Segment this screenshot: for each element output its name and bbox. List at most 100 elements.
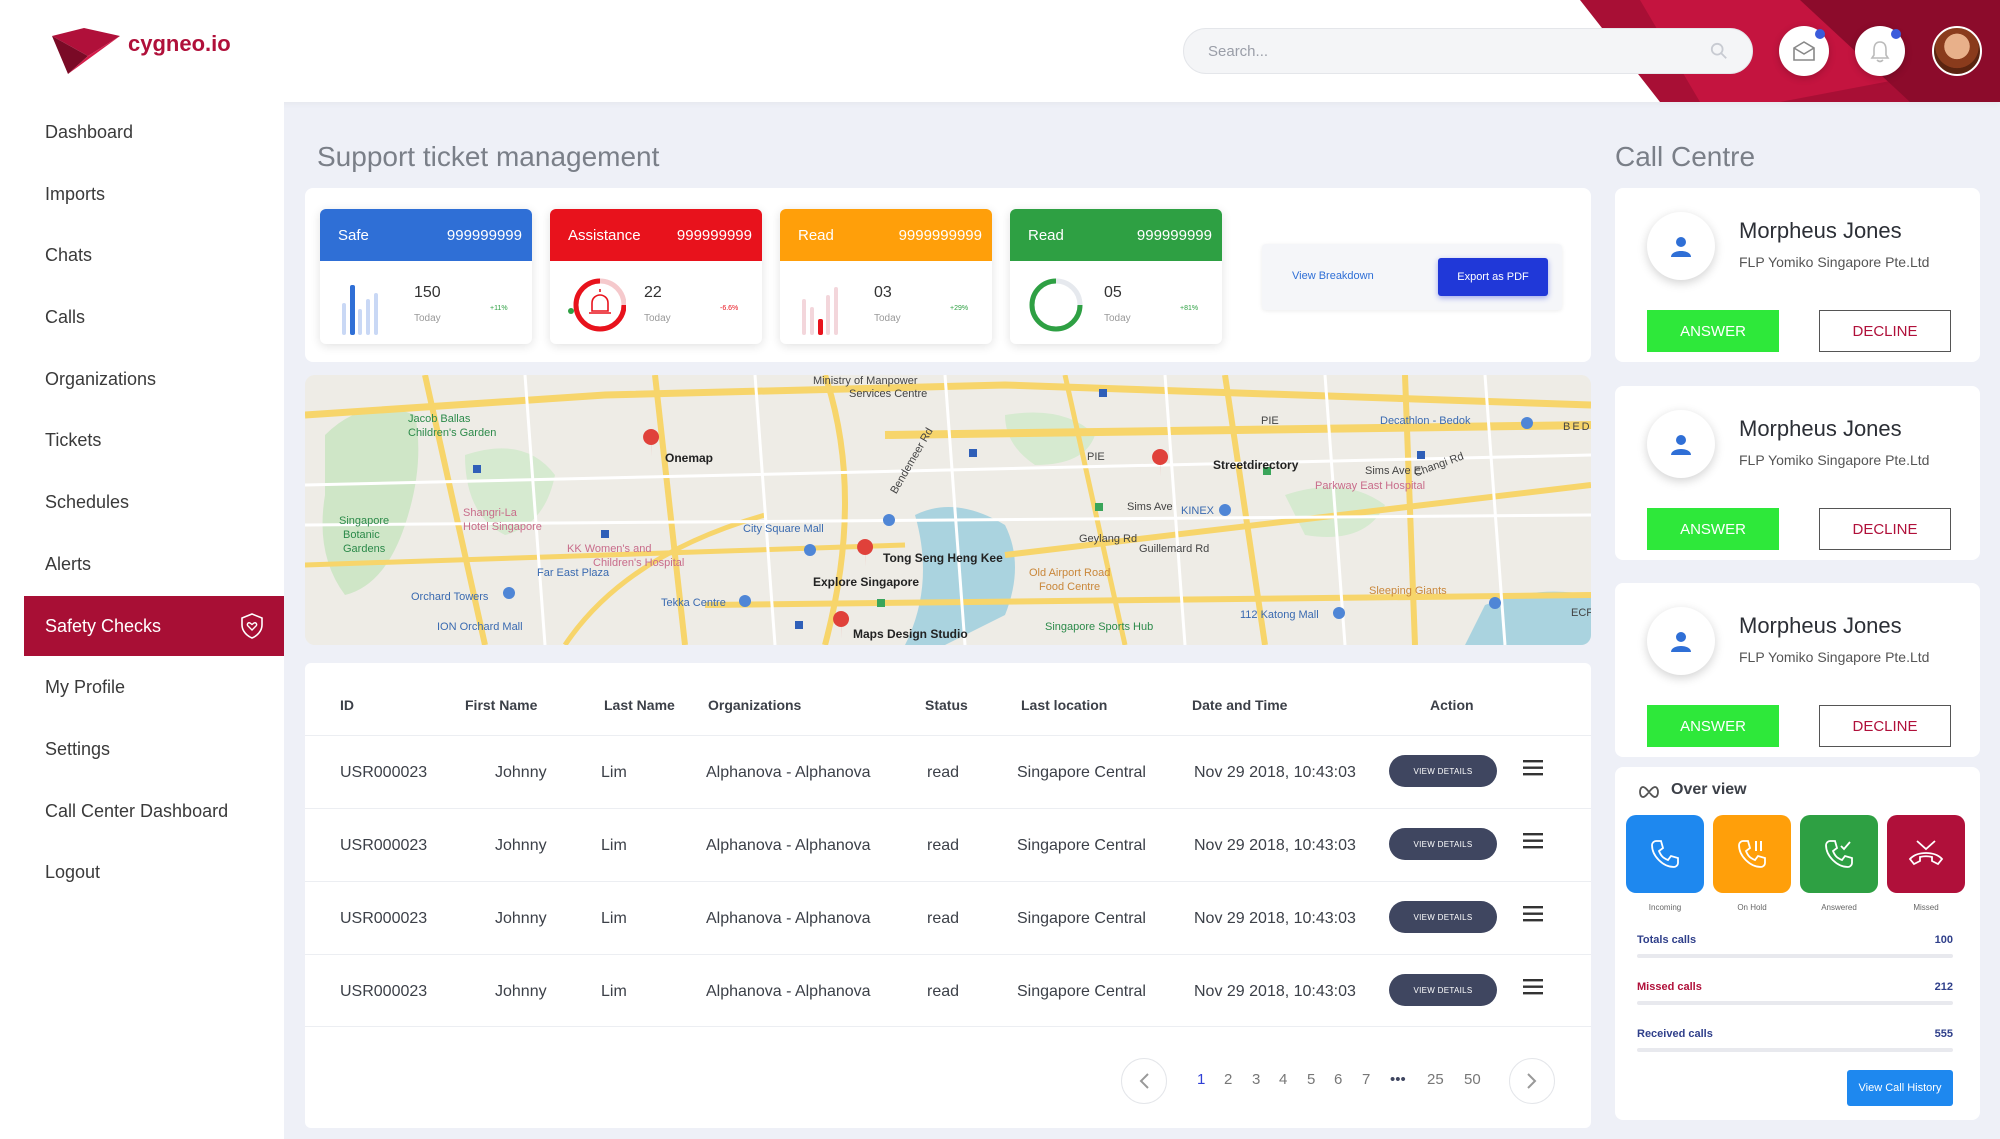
answer-button[interactable]: ANSWER [1647, 705, 1779, 747]
pagination-page-7[interactable]: 7 [1362, 1071, 1370, 1088]
stat-card-assistance[interactable]: Assistance 999999999 22 Today -6.6% [550, 209, 762, 344]
search-bar[interactable] [1183, 28, 1753, 74]
brand-logo[interactable]: cygneo.io [48, 22, 231, 78]
cell-organization: Alphanova - Alphanova [706, 910, 871, 927]
bell-icon [1870, 41, 1890, 63]
view-details-button[interactable]: VIEW DETAILS [1389, 755, 1497, 787]
cell-id: USR000023 [340, 764, 428, 781]
sidebar-item-tickets[interactable]: Tickets [24, 410, 284, 470]
column-header-first-name[interactable]: First Name [465, 697, 537, 713]
answer-button[interactable]: ANSWER [1647, 508, 1779, 550]
sidebar-item-alerts[interactable]: Alerts [24, 534, 284, 594]
pagination-page-50[interactable]: 50 [1464, 1071, 1481, 1088]
pagination-page-6[interactable]: 6 [1334, 1071, 1342, 1088]
pagination-page-2[interactable]: 2 [1224, 1071, 1232, 1088]
view-breakdown-link[interactable]: View Breakdown [1292, 270, 1374, 282]
hamburger-menu-icon[interactable] [1523, 760, 1543, 776]
map-label: Singapore [339, 515, 390, 527]
column-header-organizations[interactable]: Organizations [708, 697, 801, 713]
pagination-page-5[interactable]: 5 [1307, 1071, 1315, 1088]
column-header-status[interactable]: Status [925, 697, 968, 713]
decline-button[interactable]: DECLINE [1819, 705, 1951, 747]
user-avatar[interactable] [1932, 26, 1982, 76]
cell-last-name: Lim [601, 910, 627, 927]
view-details-button[interactable]: VIEW DETAILS [1389, 974, 1497, 1006]
notification-dot [1891, 29, 1901, 39]
caller-avatar [1647, 212, 1715, 280]
stat-card-read[interactable]: Read 9999999999 03 Today +29% [780, 209, 992, 344]
sidebar-item-imports[interactable]: Imports [24, 164, 284, 224]
map-label: Food Centre [1039, 581, 1101, 593]
cell-status: read [927, 983, 960, 1000]
cell-first-name: Johnny [495, 764, 547, 781]
sidebar-item-call-center-dashboard[interactable]: Call Center Dashboard [24, 781, 284, 841]
cell-first-name: Johnny [495, 837, 547, 854]
on-hold-calls-tile[interactable] [1713, 815, 1791, 893]
sidebar-item-my-profile[interactable]: My Profile [24, 657, 284, 717]
pagination-page-3[interactable]: 3 [1252, 1071, 1260, 1088]
search-icon[interactable] [1710, 42, 1728, 60]
view-details-button[interactable]: VIEW DETAILS [1389, 828, 1497, 860]
column-header-id[interactable]: ID [340, 697, 354, 713]
sidebar-item-dashboard[interactable]: Dashboard [24, 102, 284, 162]
answer-button[interactable]: ANSWER [1647, 310, 1779, 352]
sidebar-item-calls[interactable]: Calls [24, 287, 284, 347]
missed-calls-label: Missed calls [1637, 981, 1702, 993]
sidebar-item-settings[interactable]: Settings [24, 719, 284, 779]
view-details-button[interactable]: VIEW DETAILS [1389, 901, 1497, 933]
chevron-right-icon [1527, 1073, 1537, 1089]
sidebar-item-label: Organizations [45, 368, 157, 389]
sidebar-item-logout[interactable]: Logout [24, 842, 284, 902]
notifications-button[interactable] [1855, 26, 1905, 76]
search-input[interactable] [1208, 42, 1710, 60]
incoming-calls-tile[interactable] [1626, 815, 1704, 893]
stat-card-read-green[interactable]: Read 999999999 05 Today +81% [1010, 209, 1222, 344]
sidebar-item-chats[interactable]: Chats [24, 225, 284, 285]
stat-trend: +11% [490, 305, 508, 312]
pagination-next-button[interactable] [1509, 1058, 1555, 1104]
hamburger-menu-icon[interactable] [1523, 833, 1543, 849]
pagination-page-1[interactable]: 1 [1197, 1071, 1205, 1088]
caller-avatar [1647, 607, 1715, 675]
pagination-page-4[interactable]: 4 [1279, 1071, 1287, 1088]
column-header-date-time[interactable]: Date and Time [1192, 697, 1287, 713]
pagination-prev-button[interactable] [1121, 1058, 1167, 1104]
column-header-last-location[interactable]: Last location [1021, 697, 1107, 713]
pagination-ellipsis: ••• [1390, 1071, 1406, 1088]
stat-count: 999999999 [446, 226, 522, 244]
pagination-page-25[interactable]: 25 [1427, 1071, 1444, 1088]
map-label: Explore Singapore [813, 575, 920, 589]
map-label: Tong Seng Heng Kee [883, 551, 1003, 565]
missed-calls-tile[interactable] [1887, 815, 1965, 893]
overview-title: Over view [1671, 781, 1747, 798]
messages-button[interactable] [1779, 26, 1829, 76]
map-label: BEDO [1563, 421, 1591, 433]
decline-button[interactable]: DECLINE [1819, 508, 1951, 550]
incoming-call-card: Morpheus Jones FLP Yomiko Singapore Pte.… [1615, 188, 1980, 362]
sidebar-item-organizations[interactable]: Organizations [24, 349, 284, 409]
answered-calls-tile[interactable] [1800, 815, 1878, 893]
stat-value: 22 [644, 284, 662, 301]
sidebar-item-safety-checks[interactable]: Safety Checks [24, 596, 284, 656]
stats-panel: Safe 999999999 150 Today +11% Assistance… [305, 188, 1591, 362]
incoming-call-card: Morpheus Jones FLP Yomiko Singapore Pte.… [1615, 386, 1980, 560]
column-header-last-name[interactable]: Last Name [604, 697, 675, 713]
decline-button[interactable]: DECLINE [1819, 310, 1951, 352]
map-label: Onemap [665, 451, 714, 465]
received-calls-label: Received calls [1637, 1028, 1713, 1040]
sidebar-item-label: Call Center Dashboard [45, 800, 229, 821]
export-pdf-button[interactable]: Export as PDF [1438, 258, 1548, 296]
sidebar-item-schedules[interactable]: Schedules [24, 472, 284, 532]
cell-status: read [927, 910, 960, 927]
hamburger-menu-icon[interactable] [1523, 906, 1543, 922]
stat-label: Read [1028, 226, 1064, 244]
stat-card-safe[interactable]: Safe 999999999 150 Today +11% [320, 209, 532, 344]
map-view[interactable]: Jacob Ballas Children's Garden Onemap Mi… [305, 375, 1591, 645]
table-row: USR000023 Johnny Lim Alphanova - Alphano… [305, 881, 1591, 954]
view-call-history-button[interactable]: View Call History [1847, 1070, 1953, 1106]
map-label: Shangri-La [463, 507, 517, 519]
cell-id: USR000023 [340, 837, 428, 854]
cell-id: USR000023 [340, 910, 428, 927]
caller-avatar [1647, 410, 1715, 478]
hamburger-menu-icon[interactable] [1523, 979, 1543, 995]
